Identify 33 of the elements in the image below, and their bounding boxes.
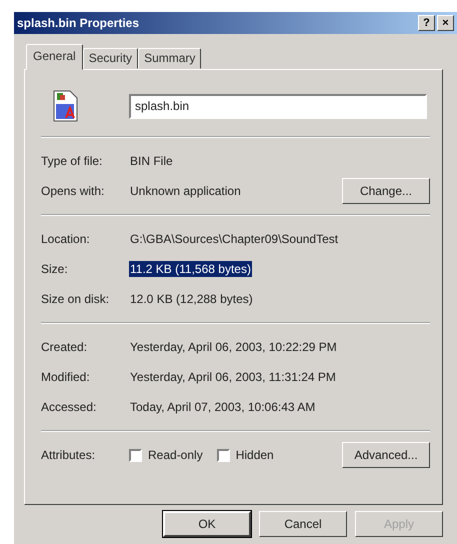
property-label: Modified:: [41, 370, 91, 384]
property-label: Accessed:: [41, 400, 98, 414]
property-label: Size on disk:: [41, 292, 110, 306]
checkbox-label: Hidden: [236, 448, 274, 462]
property-label: Opens with:: [41, 184, 106, 198]
property-value: 11.2 KB (11,568 bytes): [129, 261, 252, 277]
file-name-field[interactable]: splash.bin: [129, 94, 427, 118]
property-label: Created:: [41, 340, 88, 354]
property-label: Size:: [41, 262, 69, 276]
help-button[interactable]: ?: [418, 15, 435, 31]
window-title: splash.bin Properties: [17, 16, 140, 30]
property-value: 12.0 KB (12,288 bytes): [129, 291, 254, 307]
property-value: Unknown application: [129, 183, 242, 199]
property-label: Type of file:: [41, 154, 104, 168]
property-value: G:\GBA\Sources\Chapter09\SoundTest: [129, 231, 340, 247]
tab[interactable]: General: [26, 44, 83, 70]
tab[interactable]: Summary: [138, 48, 202, 69]
property-value: Yesterday, April 06, 2003, 10:22:29 PM: [129, 339, 338, 355]
property-value: Today, April 07, 2003, 10:06:43 AM: [129, 399, 316, 415]
property-label: Location:: [41, 232, 91, 246]
change-button[interactable]: Change...: [342, 178, 430, 204]
close-button[interactable]: ×: [437, 15, 454, 31]
advanced-button[interactable]: Advanced...: [342, 442, 430, 468]
dialog-button[interactable]: Cancel: [259, 511, 347, 537]
document-icon: [51, 90, 79, 122]
property-value: Yesterday, April 06, 2003, 11:31:24 PM: [129, 369, 337, 385]
property-value: BIN File: [129, 153, 174, 169]
checkbox[interactable]: [129, 448, 142, 462]
tab[interactable]: Security: [82, 48, 138, 69]
dialog-button[interactable]: OK: [163, 511, 251, 537]
checkbox-label: Read-only: [148, 448, 203, 462]
checkbox[interactable]: [216, 448, 230, 462]
attributes-label: Attributes:: [41, 448, 96, 462]
